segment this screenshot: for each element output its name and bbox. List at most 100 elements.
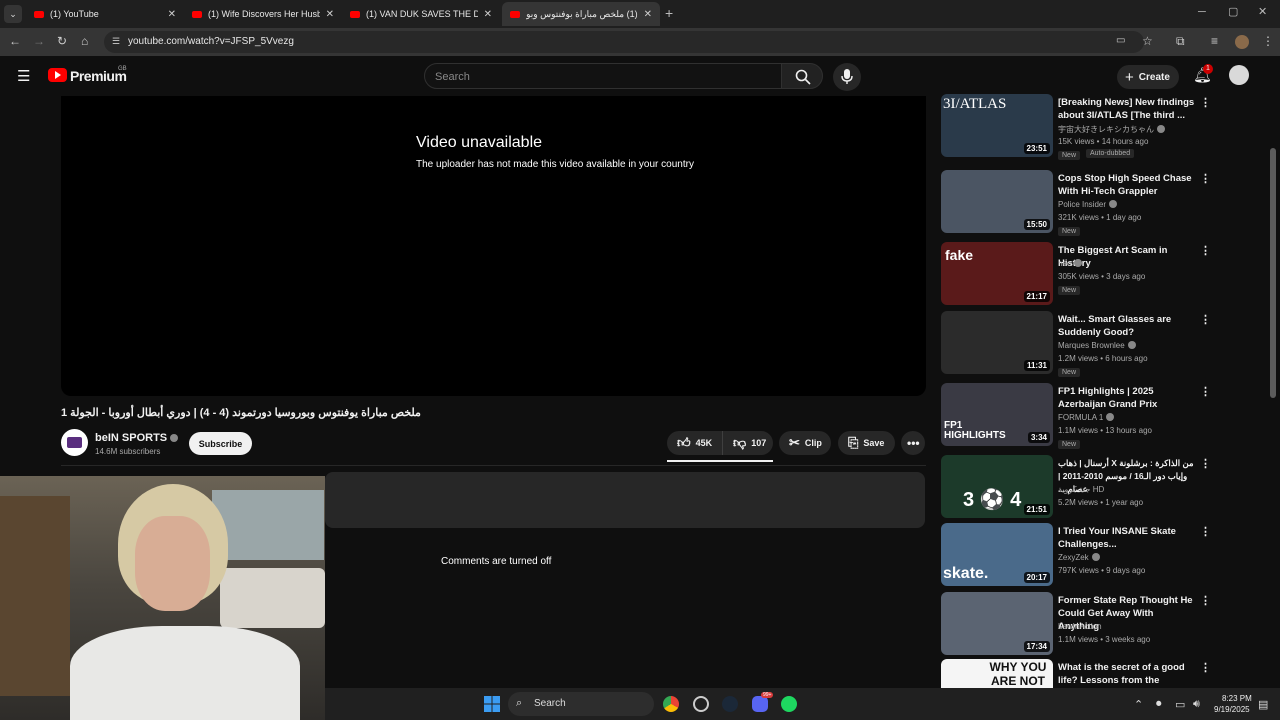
hamburger-menu-icon[interactable]: ☰ [17, 67, 30, 85]
video-thumbnail[interactable]: 3 ⚽ 4 21:51 [941, 455, 1053, 518]
clock-time[interactable]: 8:23 PM [1222, 694, 1252, 703]
recommendation-item[interactable]: 3 ⚽ 4 21:51 من الذاكرة : برشلونة X أرسنا… [941, 455, 1211, 521]
recommendation-item[interactable]: 17:34 Former State Rep Thought He Could … [941, 592, 1211, 658]
recommendation-title[interactable]: What is the secret of a good life? Lesso… [1058, 661, 1196, 688]
address-bar[interactable]: ☰ youtube.com/watch?v=JFSP_5Vvezg ▭ [104, 31, 1144, 53]
more-vertical-icon[interactable]: ⋮ [1200, 313, 1211, 326]
more-actions-button[interactable]: ••• [901, 431, 925, 455]
recommendation-title[interactable]: Cops Stop High Speed Chase With Hi-Tech … [1058, 172, 1196, 198]
dislike-button[interactable]: 👎︎ 107 [722, 431, 773, 455]
app-icon[interactable] [693, 696, 709, 712]
account-avatar[interactable] [1229, 65, 1249, 85]
search-input[interactable]: Search [424, 63, 782, 89]
recommendation-channel[interactable]: Marques Brownlee [1058, 341, 1136, 350]
video-thumbnail[interactable]: skate. 20:17 [941, 523, 1053, 586]
video-thumbnail[interactable]: 3I/ATLAS 23:51 [941, 94, 1053, 157]
recommendation-channel[interactable]: neo [1058, 259, 1083, 268]
site-info-icon[interactable]: ☰ [112, 36, 120, 47]
recommendation-title[interactable]: FP1 Highlights | 2025 Azerbaijan Grand P… [1058, 385, 1196, 411]
more-vertical-icon[interactable]: ⋮ [1200, 385, 1211, 398]
minimize-icon[interactable]: ─ [1198, 6, 1206, 18]
more-vertical-icon[interactable]: ⋮ [1200, 661, 1211, 674]
steam-icon[interactable] [722, 696, 738, 712]
close-tab-icon[interactable]: ✕ [644, 9, 652, 20]
bookmark-star-icon[interactable]: ☆ [1142, 34, 1153, 48]
taskbar-search[interactable]: ⌕ Search [508, 692, 654, 716]
profile-avatar[interactable] [1235, 35, 1249, 49]
video-thumbnail[interactable]: 11:31 [941, 311, 1053, 374]
recommendation-title[interactable]: Wait... Smart Glasses are Suddenly Good? [1058, 313, 1196, 339]
more-vertical-icon[interactable]: ⋮ [1200, 457, 1211, 470]
tab-youtube[interactable]: (1) YouTube ✕ [26, 2, 184, 26]
create-button[interactable]: + Create [1117, 65, 1179, 89]
video-thumbnail[interactable]: FP1 HIGHLIGHTS 3:34 [941, 383, 1053, 446]
like-button[interactable]: 👍︎ 45K [667, 431, 722, 455]
tab-list-icon[interactable]: ⌄ [4, 5, 22, 23]
notification-center-icon[interactable]: ▤ [1258, 698, 1268, 711]
channel-name[interactable]: beIN SPORTS [95, 432, 179, 444]
discord-icon[interactable] [752, 696, 768, 712]
cast-icon[interactable]: ▭ [1116, 35, 1125, 46]
volume-icon[interactable]: 🔊︎ [1193, 698, 1200, 711]
recommendation-meta: 321K views • 1 day ago [1058, 213, 1142, 222]
forward-icon[interactable]: → [33, 34, 45, 48]
channel-avatar[interactable] [61, 429, 88, 456]
recommendation-channel[interactable]: Police Insider [1058, 200, 1118, 209]
recommendation-channel[interactable]: 宇宙大好きレキシカちゃん [1058, 124, 1165, 135]
home-icon[interactable]: ⌂ [81, 34, 88, 48]
youtube-logo-icon[interactable] [48, 68, 67, 82]
windows-start-icon[interactable] [484, 696, 500, 712]
chrome-icon[interactable] [663, 696, 679, 712]
recommendation-item[interactable]: 15:50 Cops Stop High Speed Chase With Hi… [941, 170, 1211, 236]
extensions-icon[interactable]: ⧉ [1176, 34, 1185, 49]
tray-overflow-icon[interactable]: ⌃ [1134, 698, 1143, 711]
recommendation-item[interactable]: 3I/ATLAS 23:51 [Breaking News] New findi… [941, 94, 1211, 160]
reading-list-icon[interactable]: ≡ [1211, 34, 1218, 48]
recommendation-title[interactable]: I Tried Your INSANE Skate Challenges... [1058, 525, 1196, 551]
reload-icon[interactable]: ↻ [57, 34, 67, 48]
save-button[interactable]: ⎘ Save [838, 431, 895, 455]
tab-wife-discovers[interactable]: (1) Wife Discovers Her Husband ✕ [184, 2, 342, 26]
video-thumbnail[interactable]: WHY YOU ARE NOT [941, 659, 1053, 688]
maximize-icon[interactable]: ▢ [1228, 5, 1238, 18]
search-button[interactable] [781, 63, 823, 89]
subscribe-button[interactable]: Subscribe [189, 432, 252, 455]
recommendation-item[interactable]: skate. 20:17 I Tried Your INSANE Skate C… [941, 523, 1211, 589]
tab-van-duk[interactable]: (1) VAN DUK SAVES THE DAY ✕ [342, 2, 500, 26]
recommendation-item[interactable]: WHY YOU ARE NOT What is the secret of a … [941, 659, 1211, 688]
recommendation-item[interactable]: 11:31 Wait... Smart Glasses are Suddenly… [941, 311, 1211, 377]
video-thumbnail[interactable]: 17:34 [941, 592, 1053, 655]
recommendation-channel[interactable]: جنة كروية HD [1058, 485, 1104, 494]
microphone-tray-icon[interactable]: ⏺ [1156, 698, 1162, 711]
more-vertical-icon[interactable]: ⋮ [1200, 96, 1211, 109]
tab-active-match[interactable]: (1) ملخص مباراة بوفنتوس وبوروس ✕ [502, 2, 660, 26]
page-scrollbar[interactable] [1270, 148, 1276, 398]
video-thumbnail[interactable]: fake 21:17 [941, 242, 1053, 305]
recommendation-title[interactable]: [Breaking News] New findings about 3I/AT… [1058, 96, 1196, 122]
more-vertical-icon[interactable]: ⋮ [1200, 594, 1211, 607]
description-box[interactable] [325, 472, 925, 528]
recommendation-channel[interactable]: FORMULA 1 [1058, 413, 1115, 422]
recommendation-item[interactable]: fake 21:17 The Biggest Art Scam in Histo… [941, 242, 1211, 308]
more-vertical-icon[interactable]: ⋮ [1200, 172, 1211, 185]
recommendation-channel[interactable]: LawInAction [1058, 622, 1102, 631]
close-window-icon[interactable]: ✕ [1258, 5, 1267, 18]
like-ratio-bar [667, 460, 773, 462]
back-icon[interactable]: ← [9, 34, 21, 48]
recommendation-item[interactable]: FP1 HIGHLIGHTS 3:34 FP1 Highlights | 202… [941, 383, 1211, 449]
spotify-icon[interactable] [781, 696, 797, 712]
voice-search-button[interactable] [833, 63, 861, 91]
clock-date[interactable]: 9/19/2025 [1214, 705, 1250, 714]
more-vertical-icon[interactable]: ⋮ [1200, 525, 1211, 538]
browser-menu-icon[interactable]: ⋮ [1262, 34, 1274, 48]
clip-button[interactable]: ✂ Clip [779, 431, 831, 455]
video-thumbnail[interactable]: 15:50 [941, 170, 1053, 233]
close-tab-icon[interactable]: ✕ [484, 9, 492, 20]
new-tab-button[interactable]: + [665, 5, 673, 21]
network-icon[interactable]: ▭ [1175, 698, 1185, 711]
close-tab-icon[interactable]: ✕ [326, 9, 334, 20]
recommendation-channel[interactable]: ZexyZek [1058, 553, 1100, 562]
more-vertical-icon[interactable]: ⋮ [1200, 244, 1211, 257]
recommendation-meta: 1.2M views • 6 hours ago [1058, 354, 1148, 363]
close-tab-icon[interactable]: ✕ [168, 9, 176, 20]
